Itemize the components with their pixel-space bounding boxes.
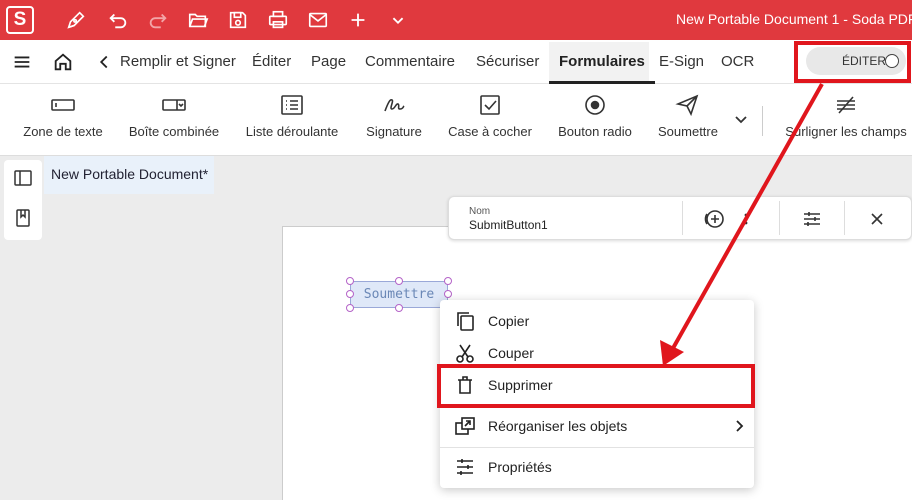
tool-surligner-les-champs[interactable]: Surligner les champs (784, 84, 908, 156)
chevron-right-icon (732, 418, 746, 434)
divider (682, 201, 683, 235)
app-logo[interactable]: S (6, 6, 34, 34)
save-icon[interactable] (226, 8, 250, 32)
home-icon[interactable] (51, 51, 75, 73)
tool-signature[interactable]: Signature (364, 84, 424, 156)
menu-item-proprietes[interactable]: Propriétés (440, 451, 754, 483)
resize-handle[interactable] (444, 277, 452, 285)
chevron-down-icon (728, 108, 754, 132)
tool-label: Boîte combinée (128, 124, 220, 139)
resize-handle[interactable] (395, 277, 403, 285)
scroll-left-icon[interactable] (92, 51, 116, 73)
tool-boite-combinee[interactable]: Boîte combinée (128, 84, 220, 156)
menu-remplir-et-signer[interactable]: Remplir et Signer (120, 40, 236, 84)
close-icon[interactable] (866, 208, 888, 230)
bookmark-icon[interactable] (13, 208, 33, 228)
field-name-value[interactable]: SubmitButton1 (469, 218, 548, 232)
menu-e-sign[interactable]: E-Sign (659, 40, 704, 84)
menu-item-reorganiser-les-objets[interactable]: Réorganiser les objets (440, 410, 754, 442)
hamburger-menu-icon[interactable] (10, 51, 34, 73)
resize-handle[interactable] (346, 290, 354, 298)
radio-button-icon (582, 93, 608, 117)
tool-zone-de-texte[interactable]: Zone de texte (22, 84, 104, 156)
menu-formulaires[interactable]: Formulaires (549, 40, 655, 84)
checkbox-icon (477, 93, 503, 117)
menu-separator (440, 447, 754, 448)
list-box-icon (279, 93, 305, 117)
resize-handle[interactable] (346, 304, 354, 312)
signature-icon (381, 93, 407, 117)
highlight-supprimer (437, 364, 755, 408)
resize-handle[interactable] (346, 277, 354, 285)
title-bar: S New Portable Document 1 - Soda PDF (0, 0, 912, 40)
tool-bouton-radio[interactable]: Bouton radio (556, 84, 634, 156)
tool-label: Case à cocher (448, 124, 532, 139)
more-tools-chevron[interactable] (730, 84, 752, 156)
tool-label: Bouton radio (558, 124, 632, 139)
menu-page[interactable]: Page (311, 40, 346, 84)
copy-icon (454, 310, 476, 332)
window-title: New Portable Document 1 - Soda PDF (676, 11, 912, 27)
email-icon[interactable] (306, 8, 330, 32)
properties-sliders-icon[interactable] (801, 208, 823, 230)
tool-label: Zone de texte (23, 124, 103, 139)
redo-icon[interactable] (146, 8, 170, 32)
tool-liste-deroulante[interactable]: Liste déroulante (244, 84, 340, 156)
tool-soumettre[interactable]: Soumettre (656, 84, 720, 156)
chevron-down-icon[interactable] (386, 8, 410, 32)
menu-securiser[interactable]: Sécuriser (476, 40, 539, 84)
forms-ribbon: Zone de texte Boîte combinée Liste dérou… (0, 84, 912, 156)
ribbon-separator (762, 106, 763, 136)
add-action-icon[interactable] (703, 208, 725, 230)
panel-toggle-icon[interactable] (13, 168, 33, 188)
menu-item-label: Propriétés (488, 459, 552, 475)
tool-case-a-cocher[interactable]: Case à cocher (448, 84, 532, 156)
text-field-icon (50, 93, 76, 117)
pen-icon[interactable] (64, 8, 88, 32)
arrange-icon (454, 415, 476, 437)
menu-item-label: Couper (488, 345, 534, 361)
menu-item-label: Réorganiser les objets (488, 418, 628, 434)
tool-label: Surligner les champs (785, 124, 907, 139)
highlight-fields-icon (833, 93, 859, 117)
resize-handle[interactable] (395, 304, 403, 312)
menu-editer[interactable]: Éditer (252, 40, 291, 84)
document-tab[interactable]: New Portable Document* (44, 156, 214, 194)
tool-label: Signature (366, 124, 422, 139)
submit-icon (675, 93, 701, 117)
menu-item-copier[interactable]: Copier (440, 305, 754, 337)
menu-item-label: Copier (488, 313, 530, 329)
plus-icon[interactable] (346, 8, 370, 32)
tool-label: Soumettre (658, 124, 718, 139)
divider (779, 201, 780, 235)
cut-icon (454, 342, 476, 364)
menu-ocr[interactable]: OCR (721, 40, 754, 84)
properties-icon (454, 456, 476, 478)
tool-label: Liste déroulante (245, 124, 339, 139)
open-folder-icon[interactable] (186, 8, 210, 32)
more-options-icon[interactable] (735, 208, 757, 230)
resize-handle[interactable] (444, 290, 452, 298)
left-side-panel (4, 160, 42, 240)
combo-box-icon (161, 93, 187, 117)
divider (844, 201, 845, 235)
print-icon[interactable] (266, 8, 290, 32)
menu-commentaire[interactable]: Commentaire (365, 40, 455, 84)
field-name-label: Nom (469, 206, 491, 217)
highlight-editer-toggle (794, 41, 911, 83)
field-properties-bar: Nom SubmitButton1 (448, 196, 912, 240)
undo-icon[interactable] (106, 8, 130, 32)
